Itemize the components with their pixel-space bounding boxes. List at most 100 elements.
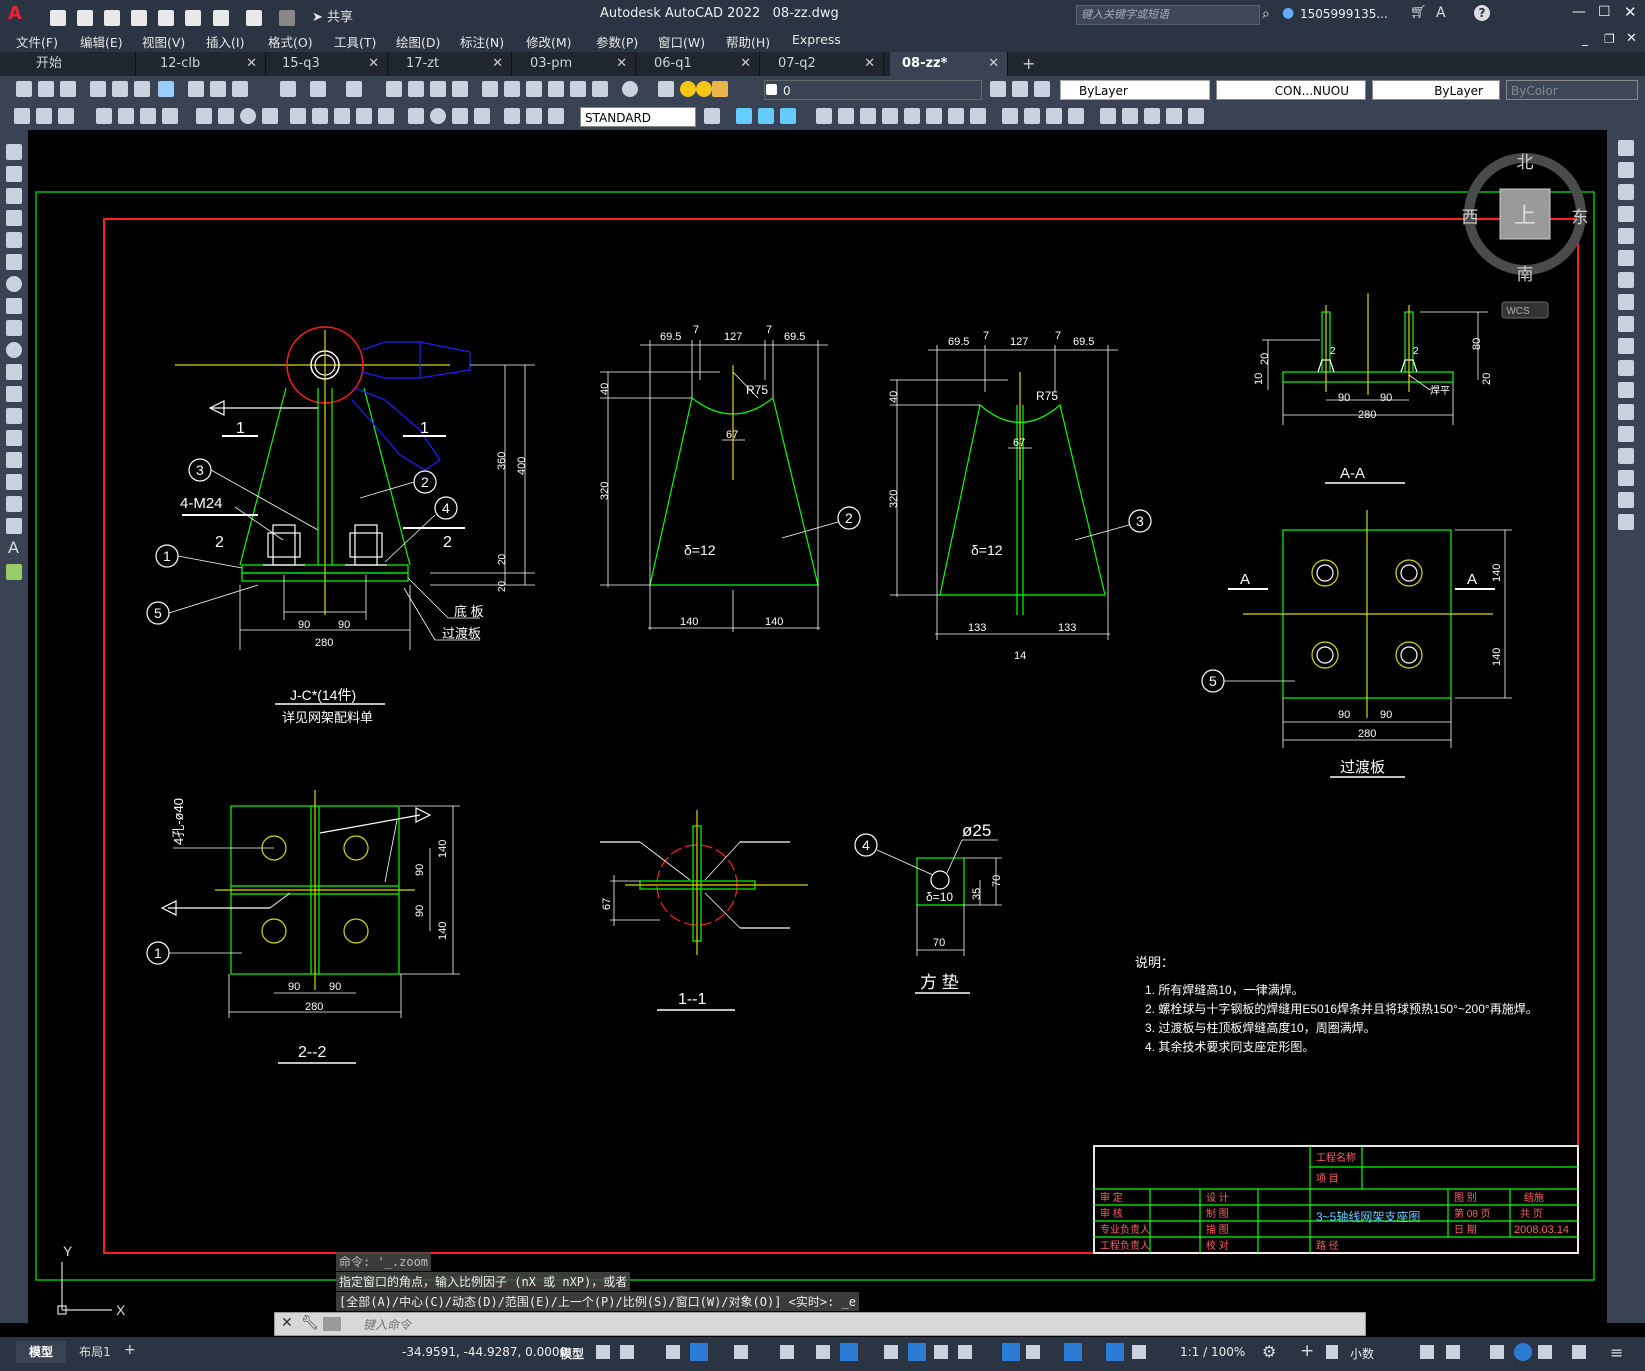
zoom-previous-icon[interactable] (452, 81, 468, 97)
tab-layout1[interactable]: 布局1 (68, 1341, 122, 1363)
ucs-object-icon[interactable] (904, 108, 920, 124)
menu-format[interactable]: 格式(O) (268, 32, 313, 51)
tab-15-q3[interactable]: 15-q3 ✕ (270, 52, 388, 76)
workspace-gear-icon[interactable]: ⚙ (1262, 1342, 1276, 1361)
tolerance-icon[interactable] (356, 108, 372, 124)
chamfer-icon[interactable] (1618, 448, 1634, 464)
break-icon[interactable] (334, 108, 350, 124)
rectangle-icon[interactable] (6, 232, 22, 248)
save-icon[interactable] (104, 9, 121, 26)
center-mark-icon[interactable] (378, 108, 394, 124)
doc-close-button[interactable]: ✕ (1626, 31, 1637, 46)
3d-cone-icon[interactable] (780, 108, 796, 124)
dimoverride-icon[interactable] (548, 108, 564, 124)
save-as-icon[interactable] (131, 9, 148, 26)
stretch-icon[interactable] (1618, 316, 1634, 332)
lock-ui-icon[interactable] (1446, 1345, 1460, 1359)
object-snap-tracking-icon[interactable] (780, 1345, 794, 1359)
dim-style-manager-icon[interactable] (704, 108, 720, 124)
redo-icon[interactable] (346, 81, 362, 97)
arc-length-icon[interactable] (96, 108, 112, 124)
menu-window[interactable]: 窗口(W) (658, 32, 705, 51)
jogged-linear-icon[interactable] (430, 108, 446, 124)
radius-icon[interactable] (140, 108, 156, 124)
ucs-icon[interactable] (816, 108, 832, 124)
osnap-icon[interactable] (816, 1345, 830, 1359)
osnap-3d-icon[interactable] (840, 1343, 858, 1361)
polar-icon[interactable] (690, 1343, 708, 1361)
customize-icon[interactable]: 🔧︎ (301, 1315, 319, 1331)
arc-icon[interactable] (6, 254, 22, 270)
qdim-icon[interactable] (14, 108, 30, 124)
hardware-acceleration-icon[interactable] (1514, 1343, 1532, 1361)
mirror-icon[interactable] (1618, 184, 1634, 200)
render-icon[interactable] (1100, 108, 1116, 124)
markup-icon[interactable] (570, 81, 586, 97)
tab-start[interactable]: 开始 (24, 52, 136, 76)
tab-close-icon[interactable]: ✕ (740, 52, 751, 76)
zoom-window-icon[interactable] (430, 81, 446, 97)
move-icon[interactable] (1618, 250, 1634, 266)
lineweight-dropdown[interactable]: ByLayer (1372, 80, 1500, 100)
annotation-monitor-icon[interactable]: + (1300, 1341, 1314, 1361)
new-tab-button[interactable]: + (1022, 54, 1035, 73)
save-web-icon[interactable] (185, 9, 202, 26)
match-properties-icon[interactable] (280, 81, 296, 97)
ucs-face-icon[interactable] (882, 108, 898, 124)
jogged-icon[interactable] (162, 108, 178, 124)
dimtedit-icon[interactable] (474, 108, 490, 124)
tab-close-icon[interactable]: ✕ (864, 52, 875, 76)
rotate-icon[interactable] (1618, 272, 1634, 288)
insert-block-icon[interactable] (6, 386, 22, 402)
layer-properties-icon[interactable] (658, 81, 674, 97)
scale-icon[interactable] (1618, 294, 1634, 310)
user-name[interactable]: 1505999135... (1300, 7, 1388, 21)
diameter-icon[interactable] (196, 108, 212, 124)
dimupdate-icon[interactable] (504, 108, 520, 124)
ucs-previous-icon[interactable] (860, 108, 876, 124)
polyline-icon[interactable] (6, 188, 22, 204)
lineweight-icon[interactable] (884, 1345, 898, 1359)
break-at-point-icon[interactable] (1618, 382, 1634, 398)
transparency-icon[interactable] (908, 1343, 926, 1361)
gizmo-icon[interactable] (1064, 1343, 1082, 1361)
ortho-icon[interactable] (666, 1345, 680, 1359)
tab-close-icon[interactable]: ✕ (246, 52, 257, 76)
isodraft-icon[interactable] (734, 1345, 748, 1359)
construction-line-icon[interactable] (6, 166, 22, 182)
3d-osnap-icon[interactable] (958, 1345, 972, 1359)
sun-icon[interactable] (696, 81, 712, 97)
sun-properties-icon[interactable] (1166, 108, 1182, 124)
circle-icon[interactable] (6, 276, 22, 292)
dynamic-ucs-icon[interactable] (1002, 1343, 1020, 1361)
line-icon[interactable] (6, 144, 22, 160)
ucs-view-icon[interactable] (926, 108, 942, 124)
blend-curves-icon[interactable] (1618, 492, 1634, 508)
point-icon[interactable] (6, 430, 22, 446)
dimstyle-icon[interactable] (526, 108, 542, 124)
publish-icon[interactable] (134, 81, 150, 97)
annotation-scale[interactable]: 1:1 / 100% (1180, 1345, 1245, 1359)
close-button[interactable]: ✕ (1624, 3, 1637, 21)
tab-17-zt[interactable]: 17-zt ✕ (394, 52, 512, 76)
selection-cycling-icon[interactable] (934, 1345, 948, 1359)
share-button[interactable]: ➤ 共享 (312, 6, 353, 25)
open-icon[interactable] (38, 81, 54, 97)
layer-current-icon[interactable] (990, 81, 1006, 97)
undo-icon[interactable] (310, 81, 326, 97)
new-icon[interactable] (50, 9, 66, 26)
menu-draw[interactable]: 绘图(D) (396, 32, 440, 51)
pan-icon[interactable] (386, 81, 402, 97)
quick-properties-icon[interactable] (1420, 1345, 1434, 1359)
hatch-icon[interactable] (6, 452, 22, 468)
command-input[interactable] (361, 1315, 1345, 1335)
polygon-icon[interactable] (6, 210, 22, 226)
design-center-icon[interactable] (504, 81, 520, 97)
menu-insert[interactable]: 插入(I) (206, 32, 244, 51)
layer-state-icon[interactable] (1034, 81, 1050, 97)
viewcube-south-label[interactable]: 南 (1517, 265, 1534, 284)
menu-dimension[interactable]: 标注(N) (460, 32, 504, 51)
color-dropdown[interactable]: ByLayer (1060, 80, 1210, 100)
cart-icon[interactable]: 🛒︎ (1410, 5, 1427, 20)
continue-icon[interactable] (290, 108, 306, 124)
